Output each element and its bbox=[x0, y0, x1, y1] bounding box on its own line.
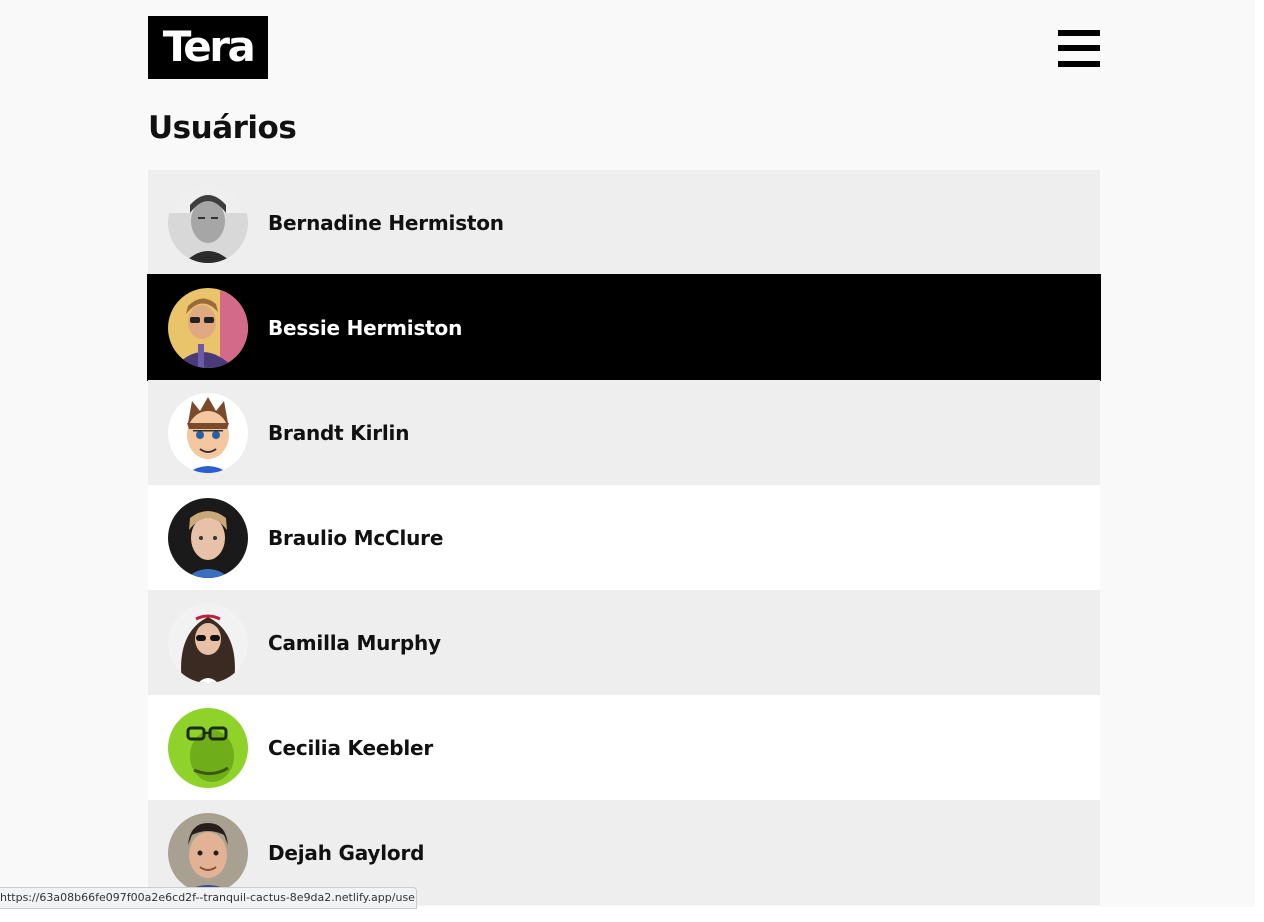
avatar bbox=[168, 707, 248, 788]
menu-bar bbox=[1058, 45, 1100, 51]
status-url: https://63a08b66fe097f00a2e6cd2f--tranqu… bbox=[0, 891, 417, 904]
user-list-item[interactable]: Bernadine Hermiston bbox=[148, 170, 1100, 275]
logo[interactable]: Tera bbox=[148, 16, 268, 79]
hamburger-menu-icon[interactable] bbox=[1058, 29, 1100, 69]
user-list: Bernadine Hermiston Bessie Hermiston Bra… bbox=[147, 170, 1101, 905]
user-list-item[interactable]: Braulio McClure bbox=[148, 485, 1100, 590]
window-bottom-edge bbox=[0, 907, 1264, 922]
avatar bbox=[168, 287, 248, 368]
menu-bar bbox=[1058, 61, 1100, 67]
main-container: Tera Usuários Bernadine Hermiston Bessie… bbox=[147, 0, 1101, 905]
browser-status-bar: https://63a08b66fe097f00a2e6cd2f--tranqu… bbox=[0, 887, 417, 909]
user-name: Camilla Murphy bbox=[268, 630, 441, 655]
user-name: Cecilia Keebler bbox=[268, 735, 433, 760]
user-name: Bessie Hermiston bbox=[268, 315, 463, 340]
avatar bbox=[168, 497, 248, 578]
user-list-item[interactable]: Camilla Murphy bbox=[148, 590, 1100, 695]
avatar bbox=[168, 602, 248, 683]
user-list-item-selected[interactable]: Bessie Hermiston bbox=[147, 274, 1101, 381]
avatar bbox=[168, 812, 248, 893]
user-name: Brandt Kirlin bbox=[268, 420, 410, 445]
user-name: Dejah Gaylord bbox=[268, 840, 425, 865]
avatar bbox=[168, 392, 248, 473]
scroll-gutter bbox=[1255, 0, 1264, 922]
user-name: Bernadine Hermiston bbox=[268, 210, 504, 235]
header: Tera bbox=[148, 0, 1100, 100]
user-list-item[interactable]: Brandt Kirlin bbox=[148, 380, 1100, 485]
avatar bbox=[168, 182, 248, 263]
page-title: Usuários bbox=[148, 110, 297, 146]
user-name: Braulio McClure bbox=[268, 525, 444, 550]
logo-text: Tera bbox=[162, 22, 256, 71]
menu-bar bbox=[1058, 30, 1100, 36]
page: Tera Usuários Bernadine Hermiston Bessie… bbox=[0, 0, 1264, 922]
user-list-item[interactable]: Cecilia Keebler bbox=[148, 695, 1100, 800]
